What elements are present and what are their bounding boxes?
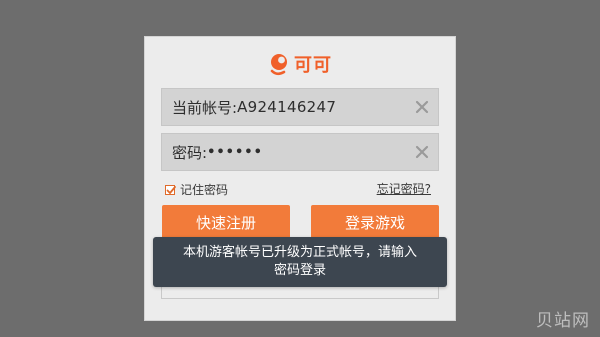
login-game-button[interactable]: 登录游戏 bbox=[311, 205, 439, 239]
remember-checkbox[interactable] bbox=[165, 184, 176, 195]
clear-icon[interactable] bbox=[414, 99, 430, 115]
toast-line-2: 密码登录 bbox=[273, 263, 326, 278]
remember-password[interactable]: 记住密码 bbox=[165, 181, 228, 198]
password-value[interactable]: •••••• bbox=[207, 145, 263, 160]
forgot-password-link[interactable]: 忘记密码? bbox=[377, 180, 431, 197]
checkmark-icon bbox=[166, 185, 176, 194]
keke-logo-icon bbox=[270, 54, 287, 76]
quick-register-button[interactable]: 快速注册 bbox=[162, 205, 290, 239]
password-label: 密码: bbox=[172, 143, 208, 162]
toast-message: 本机游客帐号已升级为正式帐号，请输入 密码登录 bbox=[153, 237, 447, 287]
brand-logo: 可可 bbox=[268, 50, 332, 78]
account-field[interactable]: 当前帐号: A924146247 bbox=[161, 88, 439, 126]
screen: 可可 当前帐号: A924146247 密码: •••••• 记住密码 忘记密码… bbox=[0, 0, 600, 337]
password-field[interactable]: 密码: •••••• bbox=[161, 133, 439, 171]
account-value[interactable]: A924146247 bbox=[237, 98, 336, 116]
brand-name: 可可 bbox=[294, 55, 332, 76]
clear-icon[interactable] bbox=[414, 144, 430, 160]
watermark: 贝站网 bbox=[536, 311, 590, 331]
remember-label: 记住密码 bbox=[180, 183, 229, 197]
toast-line-1: 本机游客帐号已升级为正式帐号，请输入 bbox=[182, 245, 417, 260]
account-label: 当前帐号: bbox=[172, 98, 238, 117]
